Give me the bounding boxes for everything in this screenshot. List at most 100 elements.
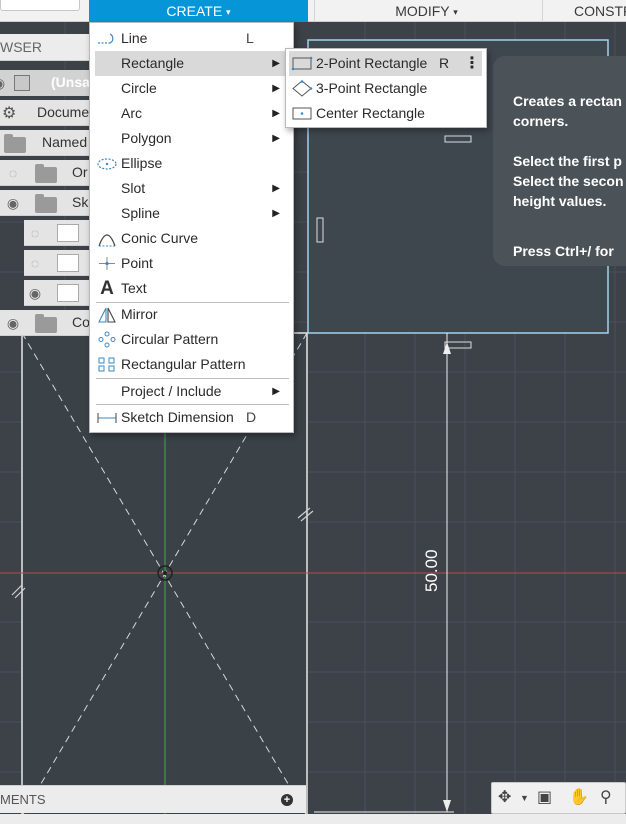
submenu-arrow-icon: ▶: [272, 133, 280, 144]
comments-panel[interactable]: MENTS +: [0, 785, 306, 813]
sketch-locked-icon: [57, 224, 79, 242]
eye-hidden-icon[interactable]: ◌: [24, 254, 46, 272]
menu-item-text[interactable]: A Text: [95, 276, 288, 301]
tooltip-line: corners.: [513, 113, 569, 129]
chevron-down-icon: ▾: [226, 7, 231, 17]
add-comment-icon[interactable]: +: [281, 794, 293, 806]
browser-row-label: Co: [72, 314, 90, 330]
browser-root-row[interactable]: ◉ (Unsa: [0, 70, 92, 96]
browser-row-sketch-1[interactable]: ◌: [24, 220, 92, 246]
browser-row-sketch-2[interactable]: ◌: [24, 250, 92, 276]
menu-item-line[interactable]: Line L: [95, 26, 288, 51]
menu-item-center-rectangle[interactable]: Center Rectangle: [289, 101, 482, 126]
construct-label: CONSTR: [574, 3, 626, 19]
menu-item-label: Polygon: [121, 130, 172, 146]
pan-hand-icon[interactable]: ✋: [569, 788, 589, 808]
browser-row-construction[interactable]: ◉ Co: [0, 310, 92, 336]
menu-item-label: Sketch Dimension: [121, 409, 234, 425]
menu-item-point[interactable]: Point: [95, 251, 288, 276]
eye-hidden-icon[interactable]: ◌: [2, 164, 24, 182]
menu-item-slot[interactable]: Slot ▶: [95, 176, 288, 201]
chevron-down-icon[interactable]: ▼: [520, 788, 529, 808]
eye-icon[interactable]: ◉: [24, 284, 46, 302]
menu-item-arc[interactable]: Arc ▶: [95, 101, 288, 126]
menu-item-polygon[interactable]: Polygon ▶: [95, 126, 288, 151]
document-icon: [14, 75, 30, 91]
point-icon: [99, 257, 115, 270]
modify-menu-button[interactable]: MODIFY ▾: [314, 0, 538, 22]
submenu-arrow-icon: ▶: [272, 108, 280, 119]
three-point-rectangle-icon: [292, 80, 313, 97]
menu-item-3-point-rectangle[interactable]: 3-Point Rectangle: [289, 76, 482, 101]
submenu-arrow-icon: ▶: [272, 58, 280, 69]
menu-item-label: Text: [121, 280, 147, 296]
menu-item-rectangle[interactable]: Rectangle ▶: [95, 51, 288, 76]
sketch-icon: [57, 284, 79, 302]
folder-icon: [35, 164, 57, 183]
menu-item-circle[interactable]: Circle ▶: [95, 76, 288, 101]
tooltip-line: Select the first p: [513, 153, 622, 169]
menu-item-conic-curve[interactable]: Conic Curve: [95, 226, 288, 251]
menu-item-spline[interactable]: Spline ▶: [95, 201, 288, 226]
more-options-icon[interactable]: ⋮: [464, 51, 480, 76]
modify-label: MODIFY: [395, 3, 450, 19]
rectangle-tooltip: Creates a rectan corners. Select the fir…: [493, 56, 626, 266]
menu-item-project-include[interactable]: Project / Include ▶: [95, 379, 288, 404]
zoom-icon[interactable]: ⚲: [600, 788, 612, 808]
sketch-icon: [57, 254, 79, 272]
construct-menu-button[interactable]: CONSTR: [542, 0, 626, 22]
orbit-icon[interactable]: ✥: [498, 788, 511, 808]
ellipse-icon: [97, 158, 117, 170]
eye-icon[interactable]: ◉: [2, 194, 24, 212]
toolbar-left-field[interactable]: [0, 0, 80, 11]
folder-icon: [35, 314, 57, 333]
dimension-value[interactable]: 50.00: [422, 549, 442, 592]
browser-row-label: Sk: [72, 194, 89, 210]
menu-item-sketch-dimension[interactable]: Sketch Dimension D: [95, 405, 288, 430]
eye-hidden-icon[interactable]: ◌: [24, 224, 46, 242]
shortcut-label: D: [246, 409, 257, 425]
submenu-arrow-icon: ▶: [272, 183, 280, 194]
text-icon: A: [100, 278, 114, 299]
browser-header[interactable]: WSER: [0, 34, 90, 61]
menu-item-mirror[interactable]: Mirror: [95, 302, 288, 327]
gear-icon: ⚙: [2, 105, 17, 122]
menu-item-label: Arc: [121, 105, 142, 121]
folder-icon: [35, 194, 57, 213]
submenu-arrow-icon: ▶: [272, 83, 280, 94]
browser-row-named-views[interactable]: Named: [0, 130, 92, 156]
tooltip-line: Creates a rectan: [513, 93, 622, 109]
menu-item-label: Circular Pattern: [121, 331, 219, 347]
menu-item-rectangular-pattern[interactable]: Rectangular Pattern: [95, 352, 288, 377]
look-at-icon[interactable]: ▣: [537, 788, 552, 808]
browser-row-sketches[interactable]: ◉ Sk: [0, 190, 92, 216]
line-icon: [98, 33, 114, 44]
menu-item-2-point-rectangle[interactable]: 2-Point Rectangle R ⋮: [289, 51, 482, 76]
navigation-bar: ✥ ▼ ▣ ✋ ⚲: [491, 782, 626, 814]
center-rectangle-icon: [292, 107, 312, 120]
rectangular-pattern-icon: [98, 357, 115, 372]
menu-item-label: Rectangle: [121, 55, 185, 71]
eye-icon[interactable]: ◉: [2, 314, 24, 332]
shortcut-label: L: [246, 30, 254, 46]
toolbar: CREATE ▾ MODIFY ▾ CONSTR: [0, 0, 626, 22]
folder-icon: [4, 134, 26, 153]
browser-row-origin[interactable]: ◌ Or: [0, 160, 92, 186]
create-menu-button[interactable]: CREATE ▾: [89, 0, 308, 22]
menu-item-label: Circle: [121, 80, 157, 96]
menu-item-circular-pattern[interactable]: Circular Pattern: [95, 327, 288, 352]
browser-row-document-settings[interactable]: ⚙ Docume: [0, 100, 92, 126]
browser-row-sketch-3[interactable]: ◉: [24, 280, 92, 306]
two-point-rectangle-icon: [291, 56, 313, 71]
comments-label: MENTS: [0, 792, 46, 807]
browser-row-label: Or: [72, 164, 88, 180]
mirror-icon: [98, 307, 116, 323]
menu-item-ellipse[interactable]: Ellipse: [95, 151, 288, 176]
visibility-icon[interactable]: ◉: [0, 74, 10, 92]
browser-title: WSER: [0, 39, 42, 55]
submenu-arrow-icon: ▶: [272, 208, 280, 219]
menu-item-label: 3-Point Rectangle: [316, 80, 428, 96]
menu-item-label: Project / Include: [121, 383, 222, 399]
menu-item-label: Spline: [121, 205, 160, 221]
rectangle-submenu: 2-Point Rectangle R ⋮ 3-Point Rectangle …: [285, 48, 487, 128]
